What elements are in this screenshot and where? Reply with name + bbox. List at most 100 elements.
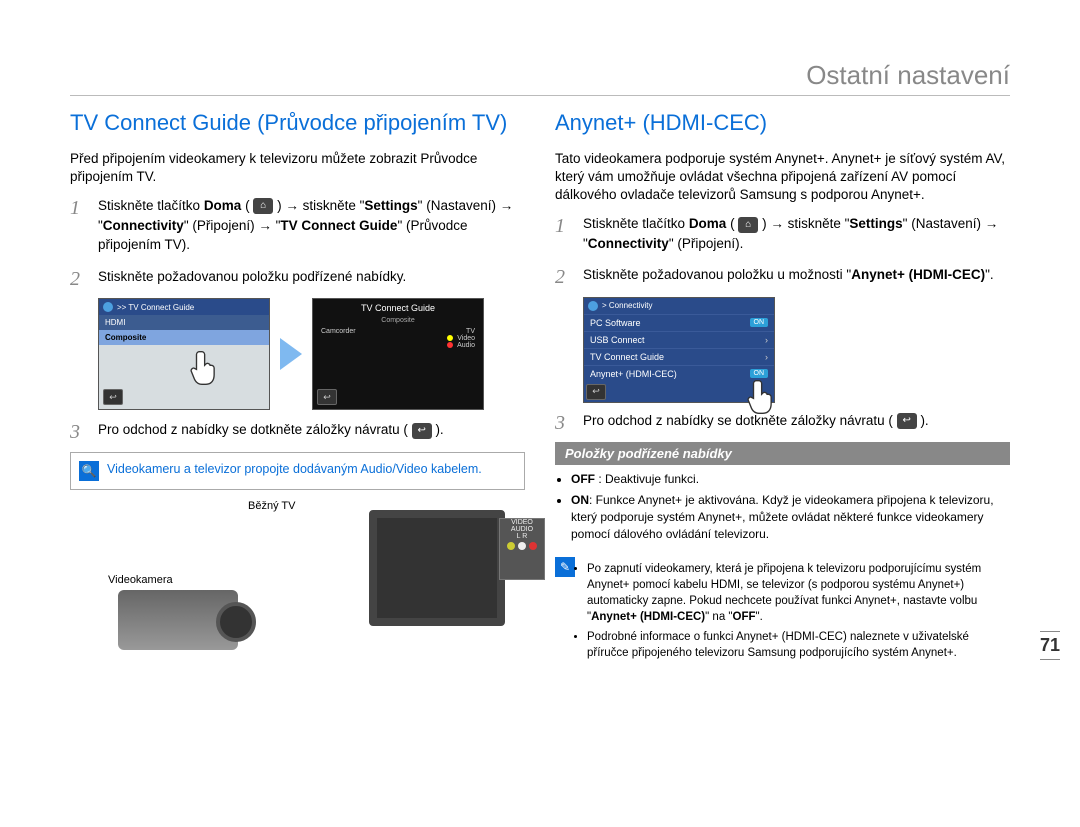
- label-tv: Běžný TV: [248, 500, 296, 512]
- plain: " na ": [705, 611, 732, 623]
- step-text: ".: [985, 267, 994, 282]
- menu-item-pc-software[interactable]: PC Software ON: [584, 314, 774, 331]
- step-bold: Doma: [204, 198, 242, 213]
- panel-label: L: [517, 533, 521, 540]
- step-1-right: Stiskněte tlačítko Doma ( ⌂ ) → stisknět…: [555, 214, 1010, 253]
- return-icon: ↩: [109, 392, 117, 403]
- step-text: " (Připojení).: [669, 236, 744, 251]
- label-camcorder: Camcorder: [321, 328, 356, 335]
- back-button[interactable]: ↩: [586, 384, 606, 400]
- right-column: Anynet+ (HDMI-CEC) Tato videokamera podp…: [555, 110, 1010, 683]
- row-label: TV Connect Guide: [590, 352, 664, 362]
- step-text: ).: [917, 413, 929, 428]
- step-bold: TV Connect Guide: [280, 218, 397, 233]
- step-bold: Anynet+ (HDMI-CEC): [851, 267, 985, 282]
- row-label: PC Software: [590, 318, 641, 328]
- bold: ON: [571, 493, 589, 507]
- info-item-1: Po zapnutí videokamery, která je připoje…: [587, 561, 1010, 625]
- left-column: TV Connect Guide (Průvodce připojením TV…: [70, 110, 525, 683]
- step-text: Stiskněte požadovanou položku u možnosti…: [583, 267, 851, 282]
- step-bold: Connectivity: [103, 218, 184, 233]
- section-heading-tv-connect: TV Connect Guide (Průvodce připojením TV…: [70, 110, 525, 136]
- step-text: (: [241, 198, 253, 213]
- step-text: Pro odchod z nabídky se dotkněte záložky…: [98, 422, 412, 437]
- step-3-right: Pro odchod z nabídky se dotkněte záložky…: [555, 411, 1010, 431]
- page-number: 71: [1040, 628, 1060, 663]
- step-3-left: Pro odchod z nabídky se dotkněte záložky…: [70, 420, 525, 440]
- info-bullets: Po zapnutí videokamery, která je připoje…: [587, 561, 1010, 666]
- chevron-right-icon: ›: [765, 352, 768, 362]
- intro-text: Před připojením videokamery k televizoru…: [70, 150, 525, 186]
- plain: : Deaktivuje funkci.: [595, 472, 699, 486]
- menu-item-composite[interactable]: Composite: [99, 330, 269, 345]
- label-camcorder: Videokamera: [108, 574, 173, 586]
- on-badge: ON: [750, 318, 769, 327]
- tv-illustration: VIDEO AUDIO L R: [369, 510, 505, 626]
- steps-list-right-cont: Pro odchod z nabídky se dotkněte záložky…: [555, 411, 1010, 431]
- return-icon: ↩: [897, 413, 917, 429]
- step-text: ).: [432, 422, 444, 437]
- arrow-right-icon: [280, 338, 302, 370]
- menu-item-usb-connect[interactable]: USB Connect ›: [584, 331, 774, 348]
- bold: Anynet+ (HDMI-CEC): [591, 611, 705, 623]
- ui-screenshot-guide: TV Connect Guide Composite Camcorder TV …: [312, 298, 484, 410]
- info-icon: ✎: [555, 557, 575, 577]
- section-heading-anynet: Anynet+ (HDMI-CEC): [555, 110, 1010, 136]
- chapter-title: Ostatní nastavení: [70, 60, 1010, 91]
- row-label: Anynet+ (HDMI-CEC): [590, 369, 677, 379]
- connection-diagram: Běžný TV Videokamera VIDEO AUDIO L R: [98, 500, 525, 660]
- submenu-items: OFF : Deaktivuje funkci. ON: Funkce Anyn…: [571, 471, 1010, 542]
- home-icon: ⌂: [253, 198, 273, 214]
- screenshot-row: >> TV Connect Guide HDMI Composite ↩ TV …: [98, 298, 525, 410]
- panel-label: R: [522, 533, 527, 540]
- return-icon: ↩: [323, 392, 331, 403]
- jack-audio-icon: [447, 342, 453, 348]
- step-text: Stiskněte tlačítko: [98, 198, 204, 213]
- breadcrumb: > Connectivity: [602, 301, 652, 310]
- info-item-2: Podrobné informace o funkci Anynet+ (HDM…: [587, 629, 1010, 661]
- chevron-right-icon: ›: [765, 335, 768, 345]
- globe-icon: [588, 301, 598, 311]
- step-2-right: Stiskněte požadovanou položku u možnosti…: [555, 265, 1010, 285]
- camcorder-illustration: [118, 590, 238, 650]
- label-video: Video: [457, 335, 475, 342]
- step-2-left: Stiskněte požadovanou položku podřízené …: [70, 267, 525, 287]
- steps-list-left: Stiskněte tlačítko Doma ( ⌂ ) → stisknět…: [70, 196, 525, 286]
- back-button[interactable]: ↩: [103, 389, 123, 405]
- ui-screenshot-connectivity: > Connectivity PC Software ON USB Connec…: [583, 297, 775, 403]
- jack-red-icon: [529, 542, 537, 550]
- submenu-on: ON: Funkce Anynet+ je aktivována. Když j…: [571, 492, 1010, 542]
- return-icon: ↩: [412, 423, 432, 439]
- label-tv: TV: [466, 328, 475, 335]
- step-bold: Settings: [364, 198, 417, 213]
- submenu-heading: Položky podřízené nabídky: [555, 442, 1010, 465]
- menu-item-tv-connect-guide[interactable]: TV Connect Guide ›: [584, 348, 774, 365]
- step-bold: Doma: [689, 216, 727, 231]
- back-button[interactable]: ↩: [317, 389, 337, 405]
- jack-yellow-icon: [507, 542, 515, 550]
- menu-item-anynet[interactable]: Anynet+ (HDMI-CEC) ON: [584, 365, 774, 382]
- menu-item-hdmi[interactable]: HDMI: [99, 315, 269, 330]
- step-text: Stiskněte tlačítko: [583, 216, 689, 231]
- on-badge: ON: [750, 369, 769, 378]
- plain: ".: [756, 611, 763, 623]
- jack-white-icon: [518, 542, 526, 550]
- note-box: 🔍 Videokameru a televizor propojte dodáv…: [70, 452, 525, 490]
- step-text: Pro odchod z nabídky se dotkněte záložky…: [583, 413, 897, 428]
- tv-jack-panel: VIDEO AUDIO L R: [499, 518, 545, 580]
- home-icon: ⌂: [738, 217, 758, 233]
- step-bold: Connectivity: [588, 236, 669, 251]
- step-1-left: Stiskněte tlačítko Doma ( ⌂ ) → stisknět…: [70, 196, 525, 255]
- screen-subtitle: Composite: [313, 317, 483, 324]
- step-text: ) → stiskněte ": [758, 216, 849, 231]
- screen-title: TV Connect Guide: [313, 299, 483, 317]
- ui-screenshot-menu: >> TV Connect Guide HDMI Composite ↩: [98, 298, 270, 410]
- step-text: ) → stiskněte ": [273, 198, 364, 213]
- panel-label: VIDEO: [511, 519, 533, 526]
- steps-list-left-cont: Pro odchod z nabídky se dotkněte záložky…: [70, 420, 525, 440]
- globe-icon: [103, 302, 113, 312]
- step-text: " (Připojení) → ": [184, 218, 281, 233]
- plain: : Funkce Anynet+ je aktivována. Když je …: [571, 493, 994, 541]
- step-bold: Settings: [849, 216, 902, 231]
- label-audio: Audio: [457, 342, 475, 349]
